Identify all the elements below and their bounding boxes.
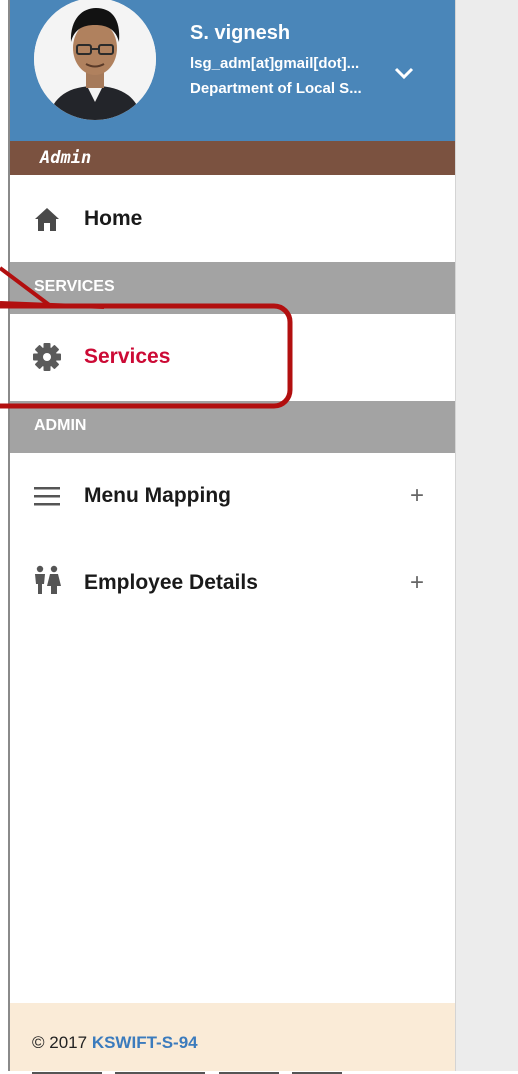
role-label: Admin (40, 148, 92, 168)
main-content-pane (455, 0, 518, 1071)
sidebar-item-label: Menu Mapping (84, 484, 231, 507)
profile-header: S. vignesh lsg_adm[at]gmail[dot]... Depa… (10, 0, 455, 141)
gear-icon (33, 343, 61, 371)
footer-cut-off-line (32, 1065, 412, 1074)
user-department: Department of Local S... (190, 80, 362, 97)
footer: © 2017 KSWIFT-S-94 (10, 1003, 455, 1074)
section-header-admin: ADMIN (10, 401, 455, 453)
sidebar: S. vignesh lsg_adm[at]gmail[dot]... Depa… (10, 0, 455, 1074)
section-header-label: SERVICES (34, 278, 115, 295)
footer-brand-link[interactable]: KSWIFT-S-94 (92, 1033, 198, 1052)
role-bar: Admin (10, 141, 455, 175)
avatar[interactable] (34, 0, 156, 120)
sidebar-item-label: Employee Details (84, 571, 258, 594)
expand-plus-icon[interactable]: + (410, 569, 424, 597)
footer-copyright-line: © 2017 KSWIFT-S-94 (32, 1033, 198, 1053)
hamburger-icon (34, 487, 60, 506)
chevron-down-icon[interactable] (394, 66, 414, 80)
section-header-label: ADMIN (34, 417, 87, 434)
home-icon (35, 208, 59, 231)
sidebar-item-menu-mapping[interactable]: Menu Mapping + (10, 453, 455, 539)
sidebar-item-services[interactable]: Services (10, 314, 455, 400)
people-icon (35, 565, 61, 594)
window-left-edge (0, 0, 10, 1071)
copyright-text: © 2017 (32, 1033, 88, 1052)
section-header-services: SERVICES (10, 262, 455, 314)
expand-plus-icon[interactable]: + (410, 482, 424, 510)
sidebar-item-home[interactable]: Home (10, 176, 455, 260)
user-photo-icon (34, 0, 156, 120)
user-email: lsg_adm[at]gmail[dot]... (190, 55, 360, 72)
sidebar-item-employee-details[interactable]: Employee Details + (10, 540, 455, 626)
user-name: S. vignesh (190, 22, 291, 44)
sidebar-item-label: Home (84, 207, 143, 230)
sidebar-item-label: Services (84, 345, 171, 368)
